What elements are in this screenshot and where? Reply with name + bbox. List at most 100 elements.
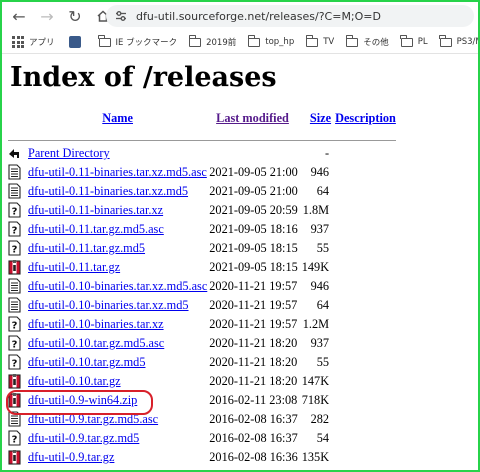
file-row: dfu-util-0.11.tar.gz 2021-09-05 18:15 149K (8, 258, 396, 277)
sort-by-size-link[interactable]: Size (310, 111, 331, 125)
bookmark-favicon[interactable] (68, 36, 81, 48)
description-cell (331, 277, 396, 296)
svg-text:?: ? (12, 340, 18, 351)
description-cell (331, 315, 396, 334)
name-cell: dfu-util-0.11-binaries.tar.xz.md5 (28, 182, 207, 201)
size-cell: 282 (310, 412, 330, 426)
parent-directory-link[interactable]: Parent Directory (28, 146, 110, 160)
unknown-file-icon: ? (8, 316, 21, 332)
file-row: dfu-util-0.9.tar.gz 2016-02-08 16:36 135K (8, 448, 396, 467)
bookmark-folder-ps3[interactable]: PS3/MSS (439, 34, 478, 47)
icon-cell (8, 277, 28, 296)
file-link[interactable]: dfu-util-0.11.tar.gz.md5.asc (28, 222, 164, 236)
forward-button[interactable]: → (36, 5, 58, 27)
file-link[interactable]: dfu-util-0.10-binaries.tar.xz.md5 (28, 298, 189, 312)
browser-window: ← → ↻ dfu-util.sourceforge.net/releases/… (0, 0, 480, 472)
sort-by-modified-link[interactable]: Last modified (216, 111, 289, 125)
icon-cell: ? (8, 429, 28, 448)
site-info-icon[interactable] (114, 9, 128, 23)
date-cell: 2021-09-05 18:15 (209, 260, 298, 274)
svg-text:?: ? (12, 245, 18, 256)
back-button[interactable]: ← (8, 5, 30, 27)
svg-text:?: ? (12, 207, 18, 218)
size-cell: 937 (310, 222, 330, 236)
bookmarks-bar: アプリ IE ブックマーク 2019前 top_hp TV その他 PL PS3… (2, 31, 478, 54)
description-cell (331, 372, 396, 391)
file-row: ? dfu-util-0.11-binaries.tar.xz 2021-09-05… (8, 201, 396, 220)
text-file-icon (8, 183, 21, 199)
folder-icon (247, 34, 261, 47)
file-link[interactable]: dfu-util-0.11-binaries.tar.xz.md5.asc (28, 165, 207, 179)
file-link[interactable]: dfu-util-0.10-binaries.tar.xz.md5.asc (28, 279, 207, 293)
bookmark-label: TV (323, 37, 335, 47)
bookmark-folder-ie[interactable]: IE ブックマーク (98, 34, 177, 48)
icon-cell (8, 144, 28, 163)
sort-by-name-link[interactable]: Name (102, 111, 133, 125)
file-link[interactable]: dfu-util-0.11.tar.gz.md5 (28, 241, 145, 255)
sort-by-description-link[interactable]: Description (335, 111, 396, 125)
site-favicon-icon (68, 36, 81, 48)
folder-icon (305, 34, 319, 47)
file-link[interactable]: dfu-util-0.11-binaries.tar.xz.md5 (28, 184, 188, 198)
file-link[interactable]: dfu-util-0.11-binaries.tar.xz (28, 203, 163, 217)
header-description-cell: Description (331, 107, 396, 130)
date-cell: 2021-09-05 21:00 (209, 184, 298, 198)
size-cell: 54 (316, 431, 330, 445)
icon-cell: ? (8, 239, 28, 258)
header-name-cell: Name (28, 107, 207, 130)
date-cell: 2016-02-08 16:37 (209, 412, 298, 426)
address-bar[interactable]: dfu-util.sourceforge.net/releases/?C=M;O… (106, 5, 474, 27)
icon-cell (8, 296, 28, 315)
file-row: dfu-util-0.10-binaries.tar.xz.md5.asc 202… (8, 277, 396, 296)
description-cell (331, 144, 396, 163)
icon-cell (8, 448, 28, 467)
size-cell: 1.8M (302, 203, 330, 217)
name-cell: dfu-util-0.9.tar.gz (28, 448, 207, 467)
date-cell: 2020-11-21 18:20 (209, 355, 298, 369)
reload-button[interactable]: ↻ (64, 5, 86, 27)
bookmark-folder-top-hp[interactable]: top_hp (247, 34, 294, 47)
file-link[interactable]: dfu-util-0.9.tar.gz.md5 (28, 431, 139, 445)
date-cell: 2021-09-05 20:59 (209, 203, 298, 217)
bookmark-folder-other[interactable]: その他 (345, 34, 389, 48)
url-text[interactable]: dfu-util.sourceforge.net/releases/?C=M;O… (136, 10, 381, 23)
text-file-icon (8, 297, 21, 313)
unknown-file-icon: ? (8, 354, 21, 370)
directory-listing-page: Index of /releases Name Last modified Si… (2, 54, 478, 470)
file-row: ? dfu-util-0.10.tar.gz.md5.asc 2020-11-21 … (8, 334, 396, 353)
file-link[interactable]: dfu-util-0.10-binaries.tar.xz (28, 317, 164, 331)
size-cell: 55 (316, 355, 330, 369)
file-row: ? dfu-util-0.11.tar.gz.md5 2021-09-05 18:1… (8, 239, 396, 258)
svg-text:?: ? (12, 321, 18, 332)
unknown-file-icon: ? (8, 202, 21, 218)
back-folder-icon (9, 149, 19, 159)
description-cell (331, 296, 396, 315)
date-cell: 2021-09-05 18:16 (209, 222, 298, 236)
parent-directory-row: Parent Directory - (8, 144, 396, 163)
unknown-file-icon: ? (8, 335, 21, 351)
date-cell: 2016-02-08 16:36 (209, 450, 298, 464)
icon-cell: ? (8, 201, 28, 220)
size-cell: 149K (301, 260, 330, 274)
bookmark-apps[interactable]: アプリ (12, 36, 55, 48)
file-link[interactable]: dfu-util-0.10.tar.gz (28, 374, 121, 388)
text-file-icon (8, 164, 21, 180)
bookmark-label: その他 (363, 38, 389, 48)
file-link[interactable]: dfu-util-0.10.tar.gz.md5.asc (28, 336, 164, 350)
bookmark-folder-pl[interactable]: PL (400, 34, 428, 47)
file-link[interactable]: dfu-util-0.11.tar.gz (28, 260, 120, 274)
description-cell (331, 201, 396, 220)
description-cell (331, 429, 396, 448)
bookmark-folder-2019[interactable]: 2019前 (188, 34, 236, 48)
file-link[interactable]: dfu-util-0.10.tar.gz.md5 (28, 355, 145, 369)
header-icon-cell (8, 107, 28, 130)
bookmark-folder-tv[interactable]: TV (305, 34, 335, 47)
archive-file-icon (8, 260, 21, 275)
archive-file-icon (8, 374, 21, 389)
icon-cell: ? (8, 315, 28, 334)
text-file-icon (8, 278, 21, 294)
file-row: ? dfu-util-0.10.tar.gz.md5 2020-11-21 18:2… (8, 353, 396, 372)
unknown-file-icon: ? (8, 221, 21, 237)
file-link[interactable]: dfu-util-0.9.tar.gz (28, 450, 114, 464)
name-cell: dfu-util-0.9.tar.gz.md5 (28, 429, 207, 448)
